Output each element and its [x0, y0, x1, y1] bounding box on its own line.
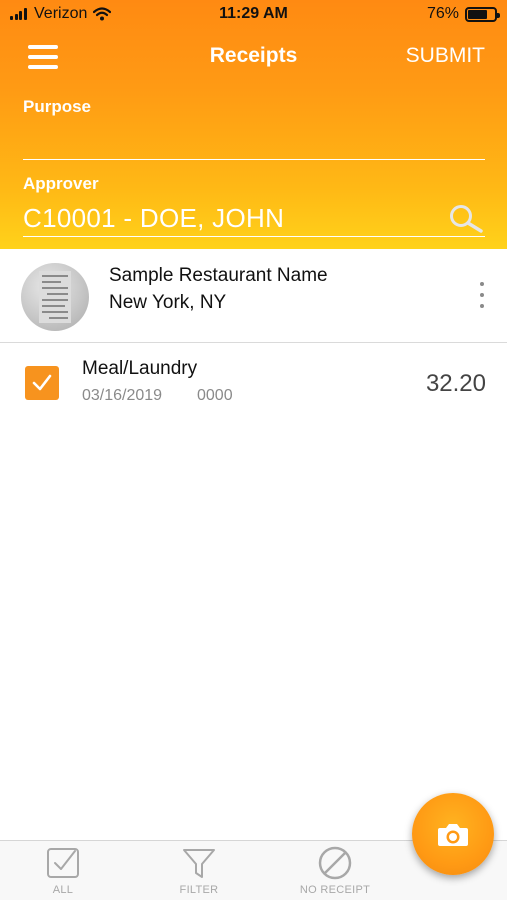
tab-filter[interactable]: FILTER — [144, 845, 254, 896]
tab-no-receipt-label: NO RECEIPT — [299, 884, 371, 896]
tab-no-receipt[interactable]: NO RECEIPT — [280, 845, 390, 896]
tab-filter-label: FILTER — [179, 884, 219, 896]
header: Verizon 11:29 AM 76% Receipts SUBMIT Pur… — [0, 0, 507, 249]
tab-all-label: ALL — [52, 884, 74, 896]
status-right: 76% — [426, 5, 500, 23]
checkmark-icon — [32, 374, 52, 391]
approver-label: Approver — [23, 174, 99, 193]
search-icon[interactable] — [447, 204, 485, 234]
status-bar: Verizon 11:29 AM 76% — [0, 0, 507, 30]
approver-field[interactable]: C10001 - DOE, JOHN — [23, 200, 485, 237]
more-vertical-icon[interactable] — [479, 282, 485, 312]
expense-title: Meal/Laundry — [82, 358, 198, 379]
tab-all[interactable]: ALL — [8, 845, 118, 896]
expense-amount: 32.20 — [425, 370, 486, 397]
battery-icon — [465, 6, 500, 22]
nav-bar: Receipts SUBMIT — [0, 38, 507, 78]
submit-button[interactable]: SUBMIT — [406, 44, 485, 68]
receipt-row[interactable]: Sample Restaurant Name New York, NY — [0, 249, 507, 343]
expense-code: 0000 — [197, 387, 233, 404]
no-receipt-icon — [318, 846, 352, 880]
hamburger-menu-icon[interactable] — [28, 45, 58, 69]
checkbox-icon — [47, 848, 79, 878]
expense-checkbox[interactable] — [25, 366, 59, 400]
purpose-label: Purpose — [23, 97, 92, 116]
expense-row[interactable]: Meal/Laundry 03/16/2019 0000 32.20 — [0, 344, 507, 420]
receipt-thumbnail[interactable] — [21, 263, 89, 331]
battery-percent: 76% — [426, 5, 459, 22]
camera-icon — [438, 824, 468, 846]
receipt-location: New York, NY — [109, 292, 227, 313]
approver-value: C10001 - DOE, JOHN — [23, 203, 285, 233]
receipt-image — [39, 271, 71, 323]
filter-icon — [183, 849, 215, 878]
expense-date: 03/16/2019 — [82, 387, 163, 404]
camera-button[interactable] — [412, 793, 494, 875]
purpose-field[interactable] — [23, 124, 485, 160]
receipt-name: Sample Restaurant Name — [109, 265, 328, 286]
